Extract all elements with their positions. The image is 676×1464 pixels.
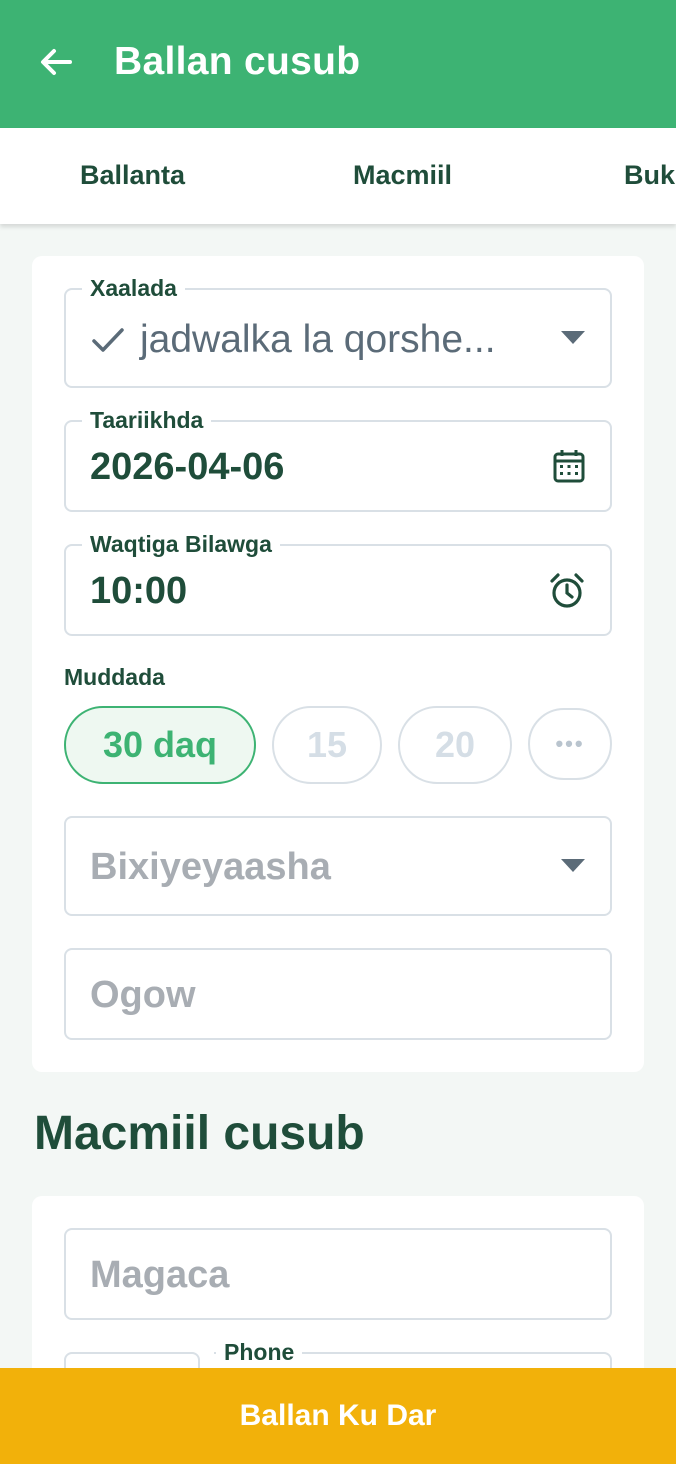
new-client-heading: Macmiil cusub <box>34 1107 365 1160</box>
tab-client[interactable]: Macmiil <box>353 160 452 191</box>
name-field[interactable]: Magaca <box>64 1228 612 1320</box>
back-button[interactable] <box>32 40 80 88</box>
start-time-label: Waqtiga Bilawga <box>82 529 280 559</box>
name-placeholder: Magaca <box>90 1254 230 1296</box>
status-label: Xaalada <box>82 273 185 303</box>
check-icon <box>90 322 126 363</box>
arrow-left-icon <box>36 42 76 87</box>
duration-chip-15[interactable]: 15 <box>272 706 382 784</box>
status-select[interactable]: Xaalada jadwalka la qorshe... <box>64 273 612 388</box>
page-title: Ballan cusub <box>114 40 361 83</box>
chevron-down-icon <box>560 328 586 348</box>
date-value: 2026-04-06 <box>90 446 285 488</box>
tab-bar: Ballanta Macmiil Buk <box>0 128 676 224</box>
appointment-card: Xaalada jadwalka la qorshe... Taariikhda… <box>32 256 644 1072</box>
chevron-down-icon <box>560 856 586 876</box>
duration-chip-20[interactable]: 20 <box>398 706 512 784</box>
start-time-value: 10:00 <box>90 570 188 612</box>
notes-field[interactable]: Ogow <box>64 948 612 1040</box>
start-time-field[interactable]: Waqtiga Bilawga 10:00 <box>64 529 612 636</box>
add-appointment-button[interactable]: Ballan Ku Dar <box>0 1368 676 1464</box>
app-bar: Ballan cusub <box>0 0 676 128</box>
notes-placeholder: Ogow <box>90 974 196 1016</box>
duration-label: Muddada <box>64 664 165 690</box>
date-label: Taariikhda <box>82 405 212 435</box>
status-value: jadwalka la qorshe... <box>140 318 496 361</box>
duration-chip-30[interactable]: 30 daq <box>64 706 256 784</box>
providers-placeholder: Bixiyeyaasha <box>90 846 331 888</box>
more-options-button[interactable]: ••• <box>528 708 612 780</box>
alarm-clock-icon[interactable] <box>548 572 586 610</box>
phone-label: Phone <box>216 1337 303 1367</box>
tab-appointment[interactable]: Ballanta <box>80 160 185 191</box>
providers-select[interactable]: Bixiyeyaasha <box>64 816 612 916</box>
calendar-icon[interactable] <box>552 448 586 484</box>
tab-booking[interactable]: Buk <box>624 160 675 191</box>
date-field[interactable]: Taariikhda 2026-04-06 <box>64 405 612 512</box>
